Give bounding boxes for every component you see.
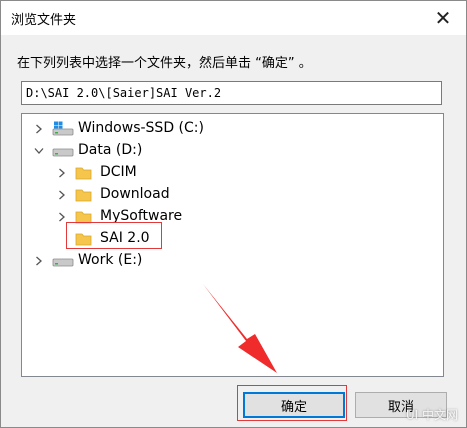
tree-item-drive-c[interactable]: Windows-SSD (C:): [22, 118, 443, 140]
tree-item-drive-d[interactable]: Data (D:): [22, 140, 443, 162]
tree-item-folder-download[interactable]: Download: [22, 184, 443, 206]
folder-icon: [74, 187, 94, 203]
watermark: UI 中文网: [405, 408, 458, 422]
tree-item-label: Windows-SSD (C:): [78, 120, 204, 136]
tree-item-label: Download: [100, 186, 170, 202]
tree-item-drive-e[interactable]: Work (E:): [22, 250, 443, 272]
title-bar: 浏览文件夹 ✕: [1, 1, 466, 35]
drive-windows-icon: [52, 121, 74, 137]
selection-highlight: [66, 222, 162, 249]
drive-icon: [52, 253, 74, 269]
folder-path-field[interactable]: [21, 81, 442, 105]
instruction-text: 在下列列表中选择一个文件夹，然后单击 “确定” 。: [17, 56, 312, 71]
close-button[interactable]: ✕: [420, 1, 466, 35]
dialog-title: 浏览文件夹: [11, 13, 77, 28]
chevron-down-icon[interactable]: [32, 144, 46, 158]
close-icon: ✕: [434, 6, 452, 30]
chevron-right-icon[interactable]: [32, 122, 46, 136]
chevron-right-icon[interactable]: [55, 166, 69, 180]
chevron-right-icon[interactable]: [32, 254, 46, 268]
folder-icon: [74, 165, 94, 181]
drive-icon: [52, 143, 74, 159]
tree-item-folder-dcim[interactable]: DCIM: [22, 162, 443, 184]
tree-item-label: Work (E:): [78, 252, 143, 268]
chevron-right-icon[interactable]: [55, 188, 69, 202]
tree-item-label: DCIM: [100, 164, 137, 180]
browse-folder-dialog: 浏览文件夹 ✕ 在下列列表中选择一个文件夹，然后单击 “确定” 。 D:\SAI…: [0, 0, 467, 428]
folder-tree[interactable]: Windows-SSD (C:) Data (D:) DCIM Download…: [21, 113, 444, 377]
ok-button[interactable]: 确定: [243, 392, 345, 418]
tree-item-label: Data (D:): [78, 142, 143, 158]
